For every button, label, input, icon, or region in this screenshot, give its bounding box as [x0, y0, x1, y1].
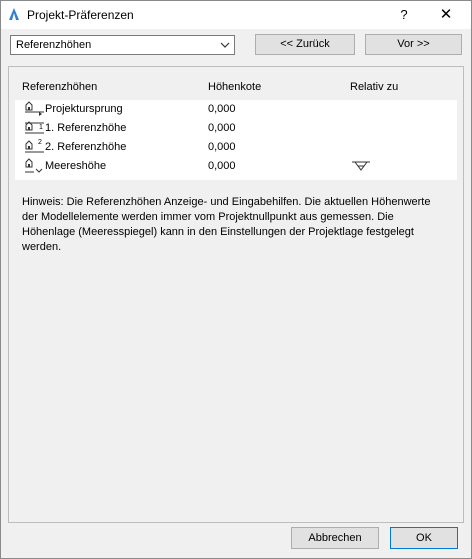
svg-text:2: 2: [38, 139, 42, 146]
close-button[interactable]: ✕: [429, 4, 463, 26]
column-header-hoehenkote: Höhenkote: [208, 81, 262, 93]
back-button[interactable]: << Zurück: [255, 34, 355, 55]
cancel-button[interactable]: Abbrechen: [291, 527, 379, 549]
settings-panel: Referenzhöhen Höhenkote Relativ zu Proje…: [8, 66, 464, 523]
sea-level-triangle-icon[interactable]: [350, 159, 372, 173]
row-name: Meereshöhe: [45, 160, 107, 172]
table-row[interactable]: Projektursprung 0,000: [15, 100, 457, 119]
ok-button[interactable]: OK: [390, 527, 458, 549]
row-hoehenkote[interactable]: 0,000: [208, 122, 236, 134]
svg-text:1: 1: [39, 124, 43, 131]
title-bar: Projekt-Präferenzen ? ✕: [1, 1, 471, 29]
row-name: Projektursprung: [45, 103, 123, 115]
row-name: 1. Referenzhöhe: [45, 122, 127, 134]
row-hoehenkote[interactable]: 0,000: [208, 141, 236, 153]
column-header-referenzhoehen: Referenzhöhen: [22, 81, 98, 93]
reference-levels-table: Projektursprung 0,000 1 1. Referenzhöhe …: [15, 100, 457, 180]
archicad-app-icon: [9, 8, 19, 20]
dialog-window: Projekt-Präferenzen ? ✕ Referenzhöhen <<…: [0, 0, 472, 559]
row-hoehenkote[interactable]: 0,000: [208, 103, 236, 115]
table-row[interactable]: 2 2. Referenzhöhe 0,000: [15, 138, 457, 157]
help-button[interactable]: ?: [393, 5, 415, 25]
chevron-down-icon: [220, 42, 230, 48]
dropdown-value: Referenzhöhen: [16, 39, 92, 51]
hint-text: Hinweis: Die Referenzhöhen Anzeige- und …: [22, 196, 431, 253]
row-name: 2. Referenzhöhe: [45, 141, 127, 153]
window-title: Projekt-Präferenzen: [27, 8, 134, 22]
table-row[interactable]: Meereshöhe 0,000: [15, 157, 457, 176]
row-hoehenkote[interactable]: 0,000: [208, 160, 236, 172]
table-row[interactable]: 1 1. Referenzhöhe 0,000: [15, 119, 457, 138]
next-button[interactable]: Vor >>: [365, 34, 462, 55]
page-select-dropdown[interactable]: Referenzhöhen: [10, 35, 235, 55]
column-header-relativ-zu: Relativ zu: [350, 81, 399, 93]
